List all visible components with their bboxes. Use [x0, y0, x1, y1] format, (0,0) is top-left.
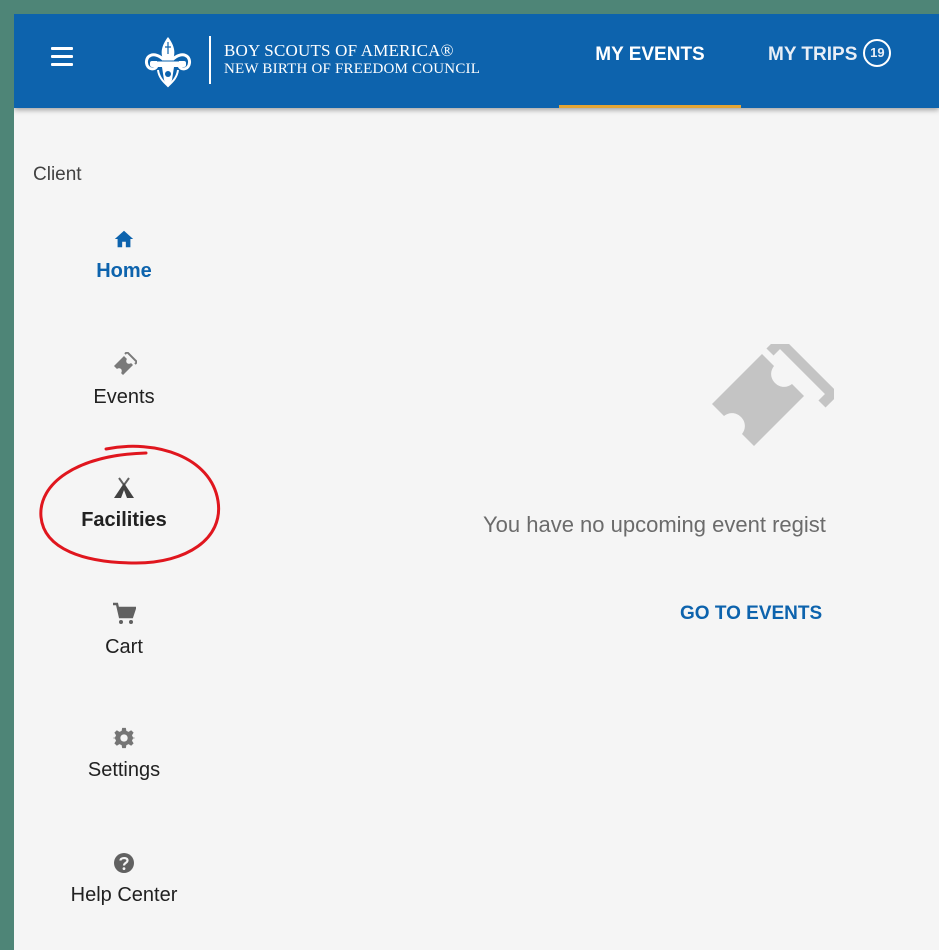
sidebar-item-home[interactable]: Home [14, 228, 234, 283]
org-name-line1: BOY SCOUTS OF AMERICA® [224, 41, 454, 60]
bsa-fleur-de-lis-logo [144, 37, 192, 88]
app-window: BOY SCOUTS OF AMERICA® NEW BIRTH OF FREE… [14, 14, 939, 950]
active-tab-indicator [559, 105, 741, 108]
tab-my-events-label: MY EVENTS [595, 44, 705, 65]
cart-icon [113, 602, 136, 624]
logo-divider [209, 36, 211, 84]
sidebar-item-facilities[interactable]: Facilities [14, 477, 234, 532]
sidebar-item-label: Events [93, 386, 155, 408]
sidebar-item-help-center[interactable]: Help Center [14, 852, 234, 907]
sidebar-item-label: Facilities [81, 509, 167, 531]
trips-count-badge: 19 [863, 38, 892, 67]
tab-my-events[interactable]: MY EVENTS [559, 14, 741, 108]
tent-icon [114, 477, 134, 498]
sidebar-item-label: Settings [87, 759, 161, 781]
sidebar-item-settings[interactable]: Settings [14, 727, 234, 782]
empty-events-ticket-icon [712, 344, 834, 446]
home-icon [114, 230, 134, 248]
empty-state-message: You have no upcoming event regist [483, 512, 826, 537]
top-app-bar: BOY SCOUTS OF AMERICA® NEW BIRTH OF FREE… [14, 14, 939, 108]
sidebar-item-label: Cart [105, 636, 143, 658]
sidebar-item-events[interactable]: Events [14, 352, 234, 409]
go-to-events-button[interactable]: GO TO EVENTS [680, 603, 822, 625]
sidebar-section-label: Client [33, 164, 82, 185]
org-name-line2: NEW BIRTH OF FREEDOM COUNCIL [224, 61, 481, 77]
sidebar-item-cart[interactable]: Cart [14, 602, 234, 659]
help-icon [114, 853, 134, 873]
sidebar-item-label: Home [96, 260, 152, 282]
sidebar-item-label: Help Center [70, 884, 178, 906]
tab-my-trips[interactable]: MY TRIPS 19 [768, 14, 892, 108]
hamburger-menu-icon[interactable] [51, 47, 73, 67]
gear-icon [113, 727, 135, 749]
ticket-icon [114, 352, 137, 375]
tab-my-trips-label: MY TRIPS [768, 44, 858, 65]
